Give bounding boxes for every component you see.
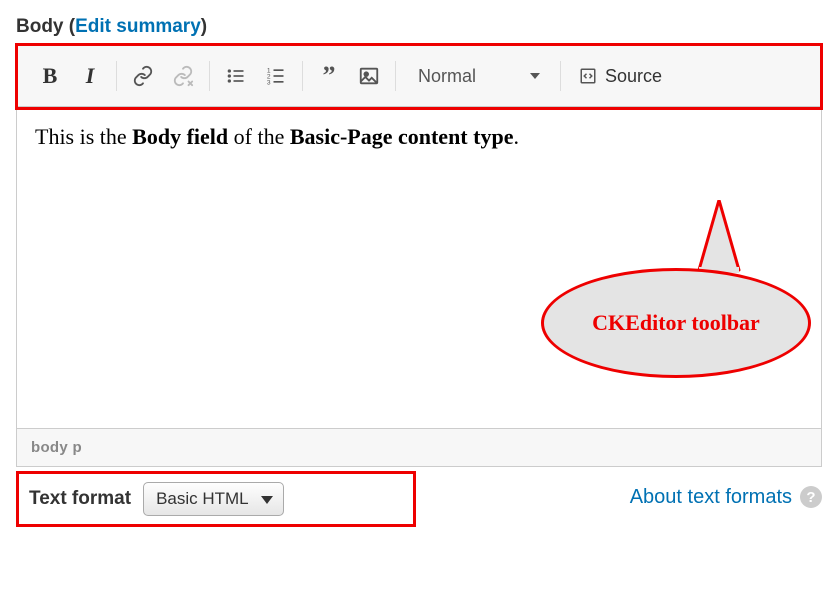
ckeditor-toolbar: B I 123 ” [18, 46, 820, 107]
italic-button[interactable]: I [70, 56, 110, 96]
unlink-icon [172, 65, 194, 87]
content-bold: Body field [132, 124, 228, 149]
text-format-row: Text format Basic HTML [19, 474, 413, 524]
toolbar-separator [209, 61, 210, 91]
bold-icon: B [43, 63, 58, 89]
unlink-button[interactable] [163, 56, 203, 96]
bullet-list-icon [226, 66, 246, 86]
field-label-text: Body [16, 16, 64, 37]
toolbar-annotation-box: B I 123 ” [15, 43, 823, 110]
toolbar-separator [395, 61, 396, 91]
italic-icon: I [86, 63, 95, 89]
elements-path-bar[interactable]: body p [17, 428, 821, 466]
content-text: of the [228, 124, 290, 149]
text-format-label: Text format [29, 488, 131, 510]
toolbar-separator [560, 61, 561, 91]
text-format-annotation-box: Text format Basic HTML [16, 471, 416, 527]
link-button[interactable] [123, 56, 163, 96]
toolbar-separator [116, 61, 117, 91]
content-bold: Basic-Page content type [290, 124, 514, 149]
callout-bubble: CKEditor toolbar [541, 268, 811, 378]
annotation-callout: CKEditor toolbar [521, 228, 821, 378]
toolbar-separator [302, 61, 303, 91]
about-text-formats-link[interactable]: About text formats ? [630, 486, 822, 509]
callout-pointer-icon [689, 200, 749, 280]
bold-button[interactable]: B [30, 56, 70, 96]
elements-path-text: body p [31, 439, 82, 456]
numbered-list-icon: 123 [266, 66, 286, 86]
edit-summary-link[interactable]: Edit summary [75, 16, 201, 37]
svg-text:3: 3 [267, 79, 271, 86]
about-text-formats-label: About text formats [630, 486, 792, 509]
field-label: Body (Edit summary) [16, 16, 822, 38]
content-text: This is the [35, 124, 132, 149]
editor-content-area[interactable]: This is the Body field of the Basic-Page… [17, 108, 821, 428]
source-button[interactable]: Source [567, 56, 674, 96]
image-icon [358, 65, 380, 87]
paragraph-format-label: Normal [418, 66, 476, 87]
image-button[interactable] [349, 56, 389, 96]
source-icon [579, 67, 597, 85]
source-button-label: Source [605, 66, 662, 87]
link-icon [132, 65, 154, 87]
content-text: . [513, 124, 519, 149]
editor-container: B I 123 ” [16, 44, 822, 467]
paragraph-format-dropdown[interactable]: Normal [402, 56, 554, 96]
help-icon: ? [800, 486, 822, 508]
text-format-select[interactable]: Basic HTML [143, 482, 284, 516]
numbered-list-button[interactable]: 123 [256, 56, 296, 96]
callout-text: CKEditor toolbar [592, 310, 760, 336]
text-format-selected: Basic HTML [156, 489, 249, 509]
chevron-down-icon [530, 73, 540, 79]
blockquote-button[interactable]: ” [309, 56, 349, 96]
bullet-list-button[interactable] [216, 56, 256, 96]
blockquote-icon: ” [323, 71, 336, 81]
